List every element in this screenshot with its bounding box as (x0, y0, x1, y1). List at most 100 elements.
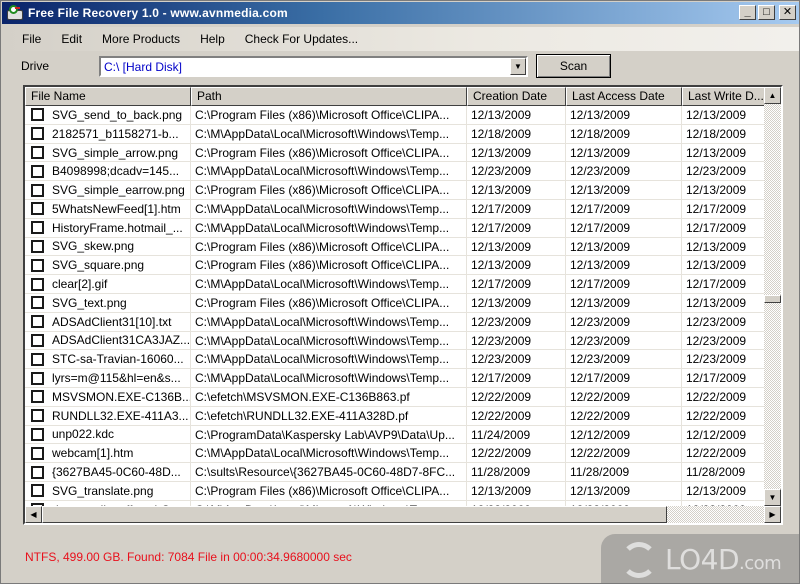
table-row[interactable]: webcam[1].htm C:\M\AppData\Local\Microsof… (25, 444, 765, 464)
file-name-text: RUNDLL32.EXE-411A3... (52, 408, 189, 423)
row-checkbox[interactable] (31, 145, 44, 159)
file-name-text: ADSAdClient31[10].txt (52, 314, 172, 329)
path-cell: C:\M\AppData\Local\Microsoft\Windows\Tem… (191, 162, 467, 181)
title-bar[interactable]: Free File Recovery 1.0 - www.avnmedia.co… (2, 2, 799, 24)
path-cell: C:\M\AppData\Local\Microsoft\Windows\Tem… (191, 312, 467, 331)
path-cell: C:\M\AppData\Local\Microsoft\Windows\Tem… (191, 331, 467, 350)
menu-help[interactable]: Help (200, 30, 225, 48)
scroll-right-icon[interactable]: ▶ (764, 506, 781, 523)
table-row[interactable]: MSVSMON.EXE-C136B... C:\efetch\MSVSMON.EX… (25, 387, 765, 407)
column-header-last-write-date[interactable]: Last Write D... (682, 87, 765, 106)
row-checkbox[interactable] (31, 333, 44, 347)
last-write-date-cell: 12/13/2009 (686, 258, 747, 273)
row-checkbox[interactable] (31, 296, 44, 310)
creation-date-cell: 12/13/2009 (467, 181, 566, 199)
row-checkbox[interactable] (31, 258, 44, 272)
last-access-date-cell: 12/23/2009 (566, 312, 682, 331)
scroll-up-icon[interactable]: ▲ (764, 87, 781, 104)
vertical-scrollbar[interactable]: ▲ ▼ (764, 87, 781, 506)
row-checkbox[interactable] (31, 371, 44, 385)
row-checkbox[interactable] (31, 221, 44, 235)
row-checkbox[interactable] (31, 277, 44, 291)
dropdown-arrow-icon[interactable]: ▼ (510, 58, 526, 75)
drive-select[interactable]: C:\ [Hard Disk] ▼ (99, 56, 528, 77)
horizontal-scroll-thumb[interactable] (42, 506, 667, 523)
row-checkbox[interactable] (31, 202, 44, 216)
creation-date-cell: 11/28/2009 (467, 463, 566, 481)
table-row[interactable]: clear[2].gif C:\M\AppData\Local\Microsoft… (25, 275, 765, 294)
file-name-text: {3627BA45-0C60-48D... (52, 465, 181, 480)
last-access-date-cell: 11/28/2009 (566, 463, 682, 481)
last-write-date-cell: 12/22/2009 (686, 446, 747, 461)
last-access-date-cell: 12/22/2009 (566, 444, 682, 463)
row-checkbox[interactable] (31, 183, 44, 197)
row-checkbox[interactable] (31, 409, 44, 423)
menu-bar: File Edit More Products Help Check For U… (2, 27, 799, 51)
row-checkbox[interactable] (31, 108, 44, 122)
table-row[interactable]: SVG_simple_earrow.png C:\Program Files (x… (25, 181, 765, 200)
last-access-date-cell: 12/12/2009 (566, 425, 682, 444)
table-row[interactable]: 5WhatsNewFeed[1].htm C:\M\AppData\Local\M… (25, 199, 765, 219)
row-checkbox[interactable] (31, 484, 44, 498)
file-name-text: unp022.kdc (52, 427, 115, 442)
table-row[interactable]: SVG_square.png C:\Program Files (x86)\Mic… (25, 256, 765, 276)
table-row[interactable]: STC-sa-Travian-16060... C:\M\AppData\Loca… (25, 350, 765, 370)
table-row[interactable]: SVG_skew.png C:\Program Files (x86)\Micro… (25, 237, 765, 257)
row-checkbox[interactable] (31, 352, 44, 366)
table-row[interactable]: RUNDLL32.EXE-411A3... C:\efetch\RUNDLL32.… (25, 406, 765, 426)
creation-date-cell: 12/13/2009 (467, 293, 566, 312)
table-row[interactable]: SVG_translate.png C:\Program Files (x86)\… (25, 481, 765, 501)
table-row[interactable]: B4098998;dcadv=145... C:\M\AppData\Local\… (25, 162, 765, 182)
table-row[interactable]: SVG_text.png C:\Program Files (x86)\Micro… (25, 293, 765, 313)
minimize-button[interactable]: _ (739, 5, 756, 20)
row-checkbox[interactable] (31, 239, 44, 253)
menu-more-products[interactable]: More Products (102, 30, 180, 48)
column-header-path[interactable]: Path (191, 87, 467, 106)
menu-file[interactable]: File (22, 30, 41, 48)
creation-date-cell: 12/23/2009 (467, 312, 566, 331)
menu-edit[interactable]: Edit (61, 30, 82, 48)
creation-date-cell: 12/13/2009 (467, 143, 566, 162)
scan-button[interactable]: Scan (536, 54, 611, 78)
scroll-down-icon[interactable]: ▼ (764, 489, 781, 506)
row-checkbox[interactable] (31, 390, 44, 404)
row-checkbox[interactable] (31, 127, 44, 141)
last-access-date-cell: 12/13/2009 (566, 293, 682, 312)
creation-date-cell: 12/23/2009 (467, 162, 566, 181)
vertical-scroll-thumb[interactable] (764, 295, 781, 303)
row-checkbox[interactable] (31, 465, 44, 479)
column-header-last-access-date[interactable]: Last Access Date (566, 87, 682, 106)
table-row[interactable]: SVG_send_to_back.png C:\Program Files (x8… (25, 106, 765, 125)
creation-date-cell: 12/13/2009 (467, 256, 566, 275)
table-row[interactable]: lyrs=m@115&hl=en&s... C:\M\AppData\Local\… (25, 369, 765, 388)
file-name-cell: unp022.kdc (25, 425, 191, 444)
last-access-date-cell: 12/23/2009 (566, 331, 682, 350)
maximize-button[interactable]: □ (758, 5, 775, 20)
table-row[interactable]: HistoryFrame.hotmail_... C:\M\AppData\Loc… (25, 218, 765, 238)
file-name-text: SVG_simple_earrow.png (52, 183, 185, 198)
table-row[interactable]: unp022.kdc C:\ProgramData\Kaspersky Lab\A… (25, 425, 765, 445)
column-header-file-name[interactable]: File Name (25, 87, 191, 106)
app-recovery-icon (6, 5, 24, 21)
close-button[interactable]: ✕ (779, 5, 796, 20)
table-row[interactable]: 2182571_b1158271-b... C:\M\AppData\Local\… (25, 124, 765, 144)
table-row[interactable]: SVG_simple_arrow.png C:\Program Files (x8… (25, 143, 765, 163)
table-row[interactable]: ADSAdClient31[10].txt C:\M\AppData\Local\… (25, 312, 765, 332)
file-name-cell: lyrs=m@115&hl=en&s... (25, 369, 191, 387)
last-write-date-cell: 12/22/2009 (686, 408, 747, 423)
table-row[interactable]: ADSAdClient31CA3JAZ... C:\M\AppData\Local… (25, 331, 765, 351)
scroll-left-icon[interactable]: ◀ (25, 506, 42, 523)
horizontal-scrollbar[interactable]: ◀ ▶ (25, 506, 781, 523)
last-access-date-cell: 12/13/2009 (566, 256, 682, 275)
file-name-cell: SVG_translate.png (25, 481, 191, 500)
row-checkbox[interactable] (31, 446, 44, 460)
watermark: LO4D.com (601, 534, 800, 584)
column-header-creation-date[interactable]: Creation Date (467, 87, 566, 106)
table-row[interactable]: {3627BA45-0C60-48D... C:\sults\Resource\{… (25, 463, 765, 482)
last-write-date-cell: 12/13/2009 (686, 483, 747, 498)
row-checkbox[interactable] (31, 164, 44, 178)
row-checkbox[interactable] (31, 315, 44, 329)
menu-check-updates[interactable]: Check For Updates... (245, 30, 358, 48)
row-checkbox[interactable] (31, 427, 44, 441)
file-name-text: SVG_translate.png (52, 483, 154, 498)
